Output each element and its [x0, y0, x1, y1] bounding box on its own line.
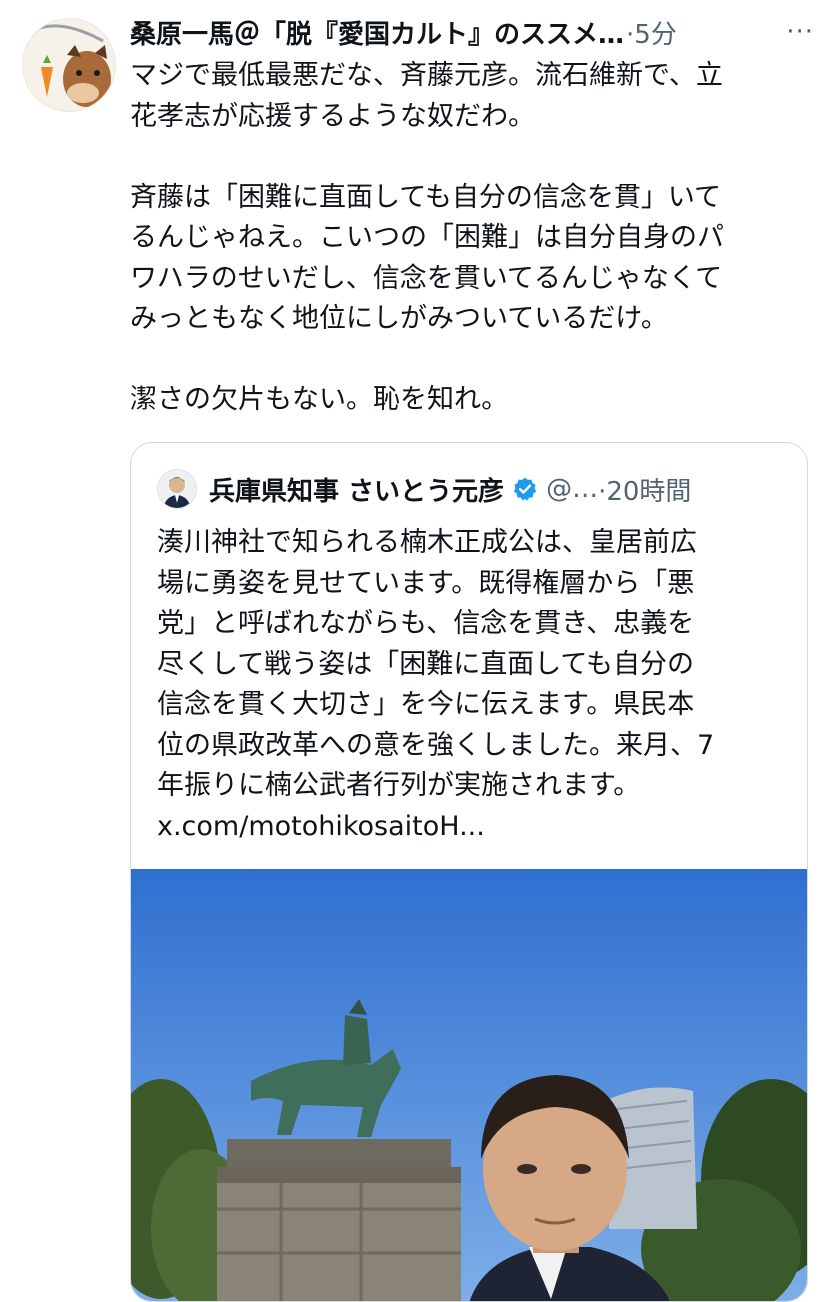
quoted-tweet-time[interactable]: ·20時間	[598, 471, 691, 508]
quoted-author-name[interactable]: 兵庫県知事 さいとう元彦	[209, 471, 504, 508]
selfie-with-statue-photo	[131, 869, 807, 1301]
quoted-author-avatar[interactable]	[157, 469, 197, 509]
verified-badge-icon	[513, 477, 537, 501]
author-avatar[interactable]	[22, 18, 116, 112]
more-options-icon[interactable]: ···	[786, 17, 820, 47]
author-name[interactable]: 桑原一馬＠「脱『愛国カルト』のススメ…	[130, 14, 624, 51]
quoted-author-handle[interactable]: @…	[546, 474, 598, 504]
quoted-tweet[interactable]: 兵庫県知事 さいとう元彦 @… ·20時間 湊川神社で知られる楠木正成公は、皇居…	[130, 442, 808, 1302]
quoted-tweet-header: 兵庫県知事 さいとう元彦 @… ·20時間	[157, 469, 787, 509]
tweet-header: 桑原一馬＠「脱『愛国カルト』のススメ… ·5分 ···	[130, 10, 820, 54]
quoted-tweet-text: 湊川神社で知られる楠木正成公は、皇居前広 場に勇姿を見せています。既得権層から「…	[157, 527, 715, 842]
person-portrait-icon	[158, 470, 196, 508]
tweet-time[interactable]: ·5分	[626, 14, 677, 51]
tweet-text: マジで最低最悪だな、斉藤元彦。流石維新で、立 花孝志が応援するような奴だわ。 斉…	[130, 60, 724, 415]
horse-with-carrot-icon	[23, 19, 115, 111]
quoted-tweet-photo[interactable]	[131, 869, 807, 1301]
